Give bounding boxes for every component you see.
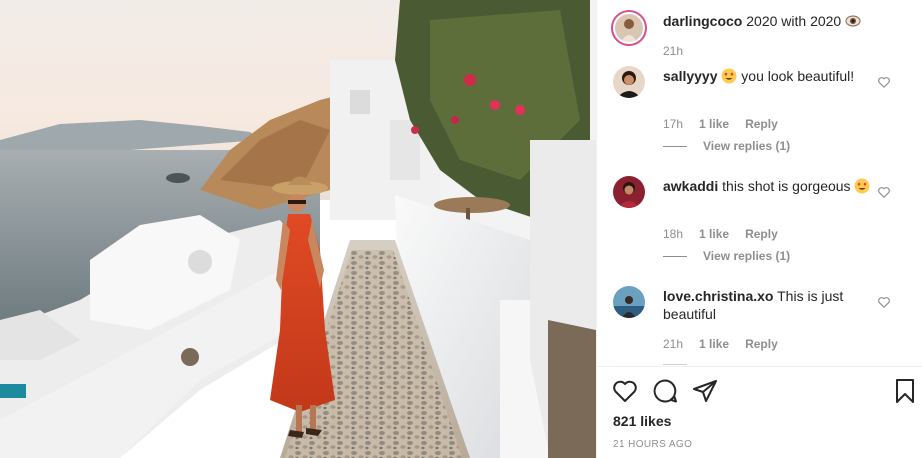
caption-text: 2020 with 2020 [746,13,842,29]
comment-icon[interactable] [651,377,679,405]
view-replies-label: View replies (1) [703,139,791,153]
post-caption: darlingcoco 2020 with 2020 [663,12,903,30]
view-replies-label: View replies (1) [703,249,791,263]
comment-time: 17h [663,117,684,131]
comment-like-count[interactable]: 1 like [699,117,729,131]
comment-meta: 21h 1 like Reply [663,337,778,351]
divider-line [663,145,687,147]
commenter-avatar-image [613,286,645,318]
instagram-post-view: darlingcoco 2020 with 2020 21h sallyyyy … [0,0,922,458]
comment-avatar[interactable] [613,66,645,98]
author-username[interactable]: darlingcoco [663,13,742,29]
divider-line [663,364,687,365]
like-comment-heart-icon[interactable] [877,75,891,89]
comment-text: love.christina.xo This is just beautiful [663,287,873,323]
comment-body: you look beautiful! [741,68,855,84]
author-avatar-image [615,14,643,42]
heart-eyes-emoji-icon [854,178,870,194]
action-bar: 821 likes 21 HOURS AGO [597,366,922,458]
comment-meta: 17h 1 like Reply [663,117,778,131]
divider-line [663,255,687,257]
comment-username[interactable]: sallyyyy [663,68,718,84]
like-comment-heart-icon[interactable] [877,185,891,199]
reply-button[interactable]: Reply [745,337,778,351]
commenter-avatar-image [613,66,645,98]
eyes-emoji-icon [845,13,861,29]
likes-count[interactable]: 821 likes [613,413,671,429]
post-side-panel: darlingcoco 2020 with 2020 21h sallyyyy … [596,0,922,458]
comment-text: sallyyyy you look beautiful! [663,67,873,85]
author-avatar[interactable] [611,10,647,46]
reply-button[interactable]: Reply [745,117,778,131]
comment-meta: 18h 1 like Reply [663,227,778,241]
bookmark-icon[interactable] [891,377,919,405]
view-replies-button[interactable]: View replies (1) [663,139,790,153]
comment-like-count[interactable]: 1 like [699,337,729,351]
comment-body: this shot is gorgeous [722,178,851,194]
comments-list[interactable]: darlingcoco 2020 with 2020 21h sallyyyy … [597,0,922,366]
like-comment-heart-icon[interactable] [877,295,891,309]
caption-time: 21h [663,44,684,58]
comment-username[interactable]: love.christina.xo [663,288,773,304]
view-replies-button[interactable]: View replies (1) [663,249,790,263]
reply-button[interactable]: Reply [745,227,778,241]
comment-like-count[interactable]: 1 like [699,227,729,241]
clipped-next-row [663,358,687,365]
heart-icon[interactable] [611,377,639,405]
comment-avatar[interactable] [613,176,645,208]
comment-avatar[interactable] [613,286,645,318]
comment-time: 18h [663,227,684,241]
comment-username[interactable]: awkaddi [663,178,718,194]
comment-text: awkaddi this shot is gorgeous [663,177,873,195]
comment-time: 21h [663,337,684,351]
share-icon[interactable] [691,377,719,405]
post-photo[interactable] [0,0,596,458]
commenter-avatar-image [613,176,645,208]
santorini-photo [0,0,596,458]
heart-eyes-emoji-icon [721,68,741,84]
posted-time: 21 HOURS AGO [613,439,693,450]
